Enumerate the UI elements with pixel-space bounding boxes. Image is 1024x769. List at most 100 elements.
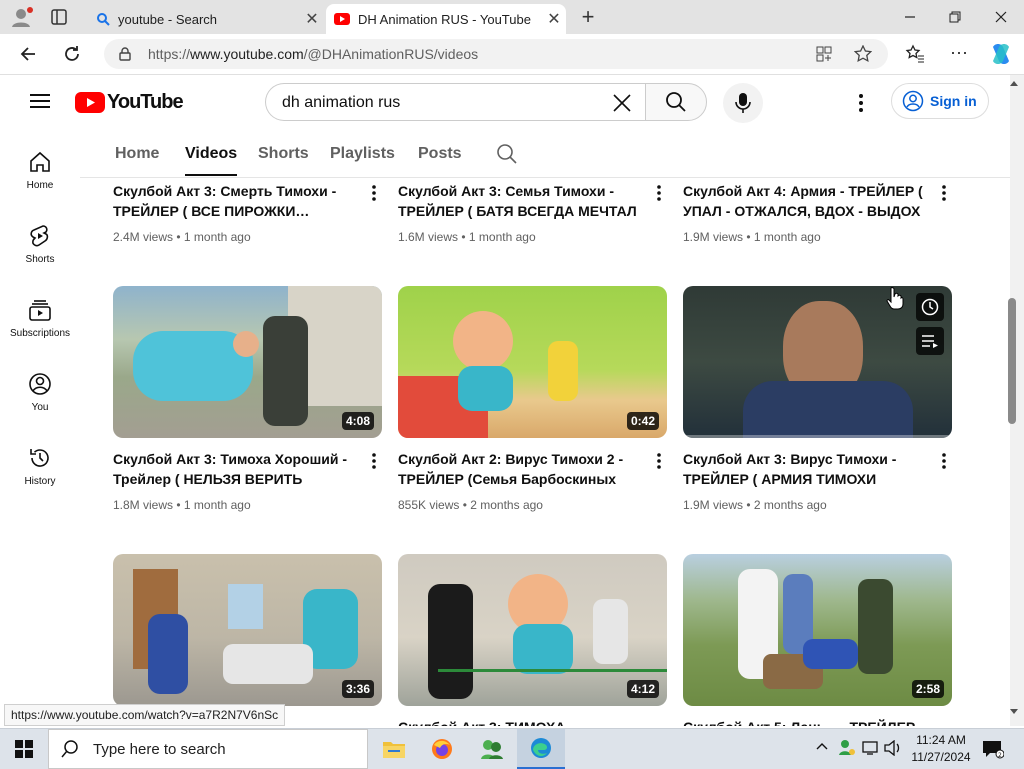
volume-icon[interactable] xyxy=(884,740,902,756)
favorites-icon[interactable] xyxy=(905,44,925,64)
favorite-star-icon[interactable] xyxy=(854,45,872,63)
new-tab-button[interactable]: + xyxy=(576,6,600,28)
video-more-icon[interactable] xyxy=(651,183,667,203)
sign-in-button[interactable]: Sign in xyxy=(891,83,989,119)
video-thumbnail[interactable]: 4:08 xyxy=(113,286,382,438)
show-hidden-icons-icon[interactable] xyxy=(816,741,828,751)
address-bar[interactable]: https://www.youtube.com/@DHAnimationRUS/… xyxy=(104,39,888,69)
video-title[interactable]: Скулбой Акт 3: ТИМОХА - ТРЕЙЛЕР ( xyxy=(398,717,638,726)
sign-in-label: Sign in xyxy=(930,93,977,109)
channel-search-icon[interactable] xyxy=(496,143,518,165)
close-window-button[interactable] xyxy=(981,6,1021,28)
more-menu-icon[interactable]: ··· xyxy=(950,42,968,63)
subscriptions-icon xyxy=(29,300,51,321)
close-tab-icon[interactable]: ✕ xyxy=(300,9,324,29)
thumb-hose xyxy=(438,669,667,672)
search-icon xyxy=(96,12,110,26)
minimize-button[interactable] xyxy=(890,6,930,28)
video-title[interactable]: Скулбой Акт 2: Вирус Тимохи 2 - ТРЕЙЛЕР … xyxy=(398,449,638,489)
video-meta: 2.4M views • 1 month ago xyxy=(113,230,251,244)
add-to-queue-icon[interactable] xyxy=(916,327,944,355)
youtube-favicon-icon xyxy=(334,13,350,25)
video-title[interactable]: Скулбой Акт 3: Смерть Тимохи - ТРЕЙЛЕР (… xyxy=(113,181,353,221)
hand-cursor-icon xyxy=(886,286,904,310)
tab-playlists[interactable]: Playlists xyxy=(330,145,395,163)
refresh-icon[interactable] xyxy=(62,44,82,64)
video-thumbnail[interactable]: 2:58 xyxy=(683,554,952,706)
video-more-icon[interactable] xyxy=(651,451,667,471)
search-icon xyxy=(666,92,686,112)
search-input[interactable]: dh animation rus xyxy=(265,83,645,121)
video-thumbnail[interactable] xyxy=(683,286,952,438)
tab-title: youtube - Search xyxy=(118,11,218,27)
firefox-icon[interactable] xyxy=(418,729,466,769)
windows-taskbar: Type here to search 11:24 AM 11/27/2024 … xyxy=(0,728,1024,769)
video-thumbnail[interactable]: 3:36 xyxy=(113,554,382,706)
video-title[interactable]: Скулбой Акт 3: Тимоха Хороший - Трейлер … xyxy=(113,449,353,489)
taskbar-search-box[interactable]: Type here to search xyxy=(48,729,368,769)
edge-browser-icon[interactable] xyxy=(517,729,565,769)
thumb-figure xyxy=(263,316,308,426)
copilot-icon[interactable] xyxy=(988,41,1014,67)
network-icon[interactable] xyxy=(862,740,880,756)
sidebar-item-shorts[interactable]: Shorts xyxy=(0,224,80,265)
profile-icon[interactable] xyxy=(8,5,36,29)
video-meta: 1.9M views • 2 months ago xyxy=(683,498,827,512)
video-more-icon[interactable] xyxy=(936,451,952,471)
video-title[interactable]: Скулбой Акт 3: Семья Тимохи - ТРЕЙЛЕР ( … xyxy=(398,181,638,221)
sidebar-item-home[interactable]: Home xyxy=(0,150,80,191)
tab-posts[interactable]: Posts xyxy=(418,145,462,163)
scroll-up-arrow-icon[interactable] xyxy=(1009,80,1019,88)
menu-icon[interactable] xyxy=(30,93,50,109)
thumb-figure xyxy=(458,366,513,411)
voice-search-button[interactable] xyxy=(723,83,763,123)
thumb-figure xyxy=(428,584,473,699)
start-button[interactable] xyxy=(0,729,48,769)
video-more-icon[interactable] xyxy=(366,183,382,203)
tab-shorts[interactable]: Shorts xyxy=(258,145,309,163)
lock-icon[interactable] xyxy=(118,47,132,61)
file-explorer-icon[interactable] xyxy=(370,729,418,769)
watch-later-icon[interactable] xyxy=(916,293,944,321)
sidebar-item-label: History xyxy=(24,476,56,487)
scroll-down-arrow-icon[interactable] xyxy=(1009,707,1019,715)
back-icon[interactable] xyxy=(18,44,38,64)
browser-tab-strip: youtube - Search ✕ DH Animation RUS - Yo… xyxy=(0,0,1024,34)
sidebar-item-you[interactable]: You xyxy=(0,372,80,413)
video-meta: 855K views • 2 months ago xyxy=(398,498,543,512)
clock-time: 11:24 AM xyxy=(916,733,966,747)
search-input-value: dh animation rus xyxy=(282,94,401,111)
video-thumbnail[interactable]: 4:12 xyxy=(398,554,667,706)
tab-actions-icon[interactable] xyxy=(50,8,68,26)
tab-videos[interactable]: Videos xyxy=(185,145,238,176)
youtube-logo[interactable]: YouTube xyxy=(75,91,184,114)
tab-home[interactable]: Home xyxy=(115,145,159,163)
people-app-icon[interactable] xyxy=(468,729,516,769)
notifications-icon[interactable]: 2 xyxy=(982,739,1004,759)
video-duration: 2:58 xyxy=(911,680,944,698)
search-button[interactable] xyxy=(645,83,707,121)
app-available-icon[interactable] xyxy=(816,46,832,62)
browser-tab-youtube[interactable]: DH Animation RUS - YouTube ✕ xyxy=(326,4,566,34)
browser-tab-search[interactable]: youtube - Search ✕ xyxy=(88,4,324,34)
video-title[interactable]: Скулбой Акт 4: Армия - ТРЕЙЛЕР ( УПАЛ - … xyxy=(683,181,923,221)
search-icon xyxy=(61,740,78,758)
video-thumbnail[interactable]: 0:42 xyxy=(398,286,667,438)
video-more-icon[interactable] xyxy=(936,183,952,203)
sidebar-item-subscriptions[interactable]: Subscriptions xyxy=(0,298,80,339)
clear-search-icon[interactable] xyxy=(612,93,632,113)
account-icon xyxy=(902,90,924,112)
video-title[interactable]: Скулбой Акт 3: Вирус Тимохи - ТРЕЙЛЕР ( … xyxy=(683,449,923,489)
restore-button[interactable] xyxy=(935,6,975,28)
video-title[interactable]: Скулбой Акт 5: Лань... - ТРЕЙЛЕР ( xyxy=(683,717,923,726)
close-tab-icon[interactable]: ✕ xyxy=(542,9,566,29)
sidebar-item-label: Shorts xyxy=(25,254,55,265)
page-scrollbar-thumb[interactable] xyxy=(1008,298,1016,424)
settings-more-icon[interactable] xyxy=(858,93,864,113)
sidebar-item-history[interactable]: History xyxy=(0,446,80,487)
svg-text:2: 2 xyxy=(998,752,1002,759)
video-more-icon[interactable] xyxy=(366,451,382,471)
taskbar-clock[interactable]: 11:24 AM 11/27/2024 xyxy=(905,732,977,766)
people-tray-icon[interactable] xyxy=(838,738,856,756)
youtube-header: YouTube dh animation rus Sign in xyxy=(0,75,1010,131)
